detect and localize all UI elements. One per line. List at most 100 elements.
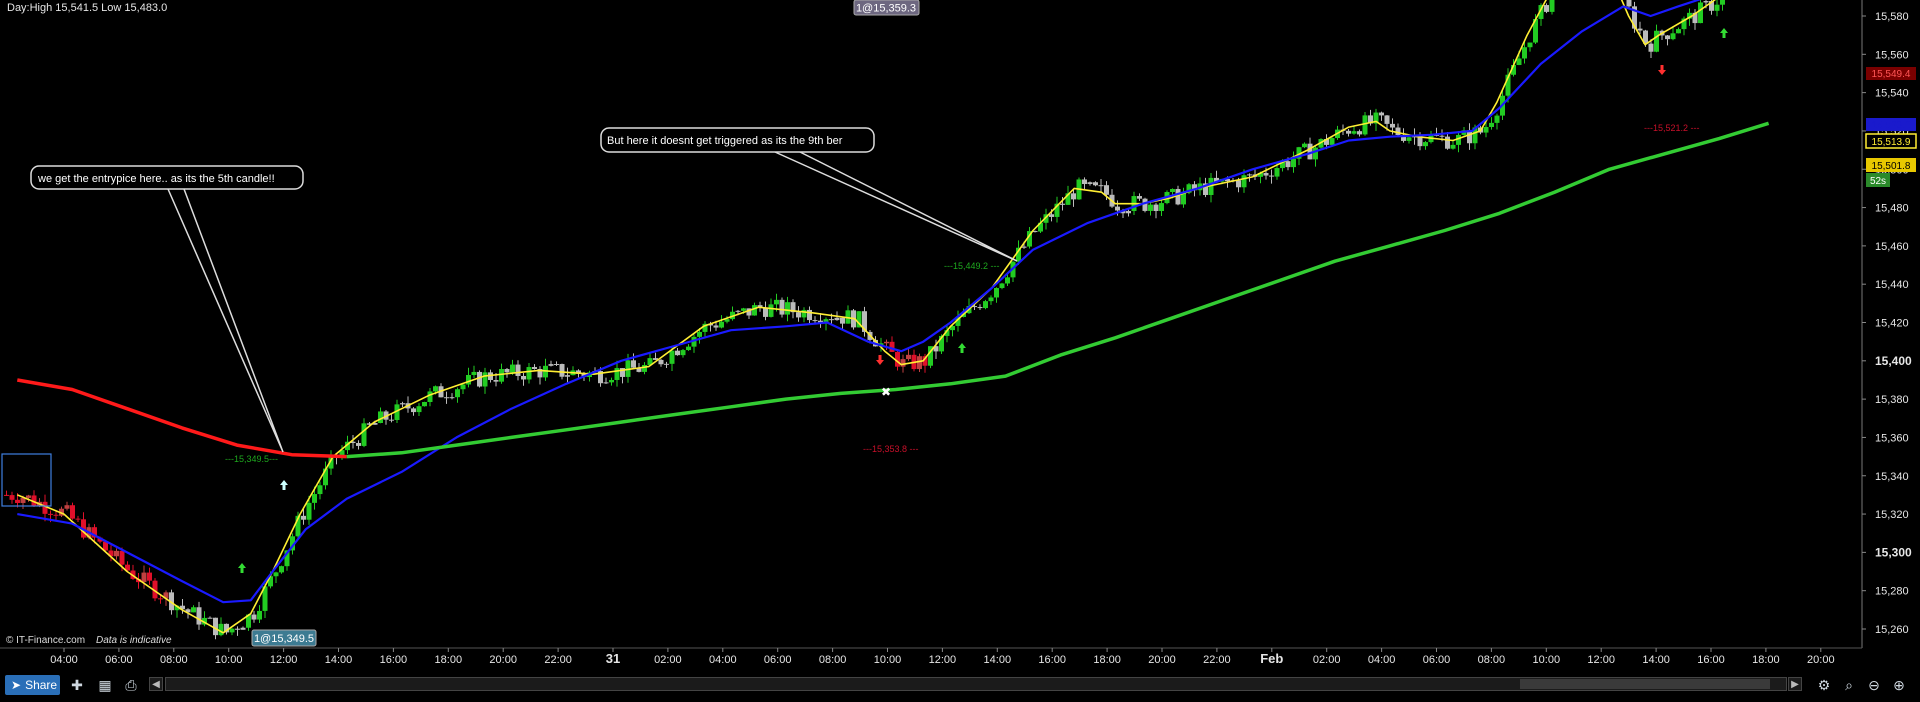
x-tick-label: Feb xyxy=(1260,651,1283,666)
candle-body xyxy=(994,288,999,298)
scroll-left-arrow[interactable]: ◀ xyxy=(149,677,163,691)
bottom-order-tag-text: 1@15,349.5 xyxy=(254,633,314,645)
y-tick-label: 15,300 xyxy=(1875,545,1912,559)
x-tick-label: 14:00 xyxy=(325,654,353,666)
x-tick-label: 16:00 xyxy=(380,654,408,666)
candle-body xyxy=(1483,126,1489,133)
candle-body xyxy=(521,375,526,380)
candle-body xyxy=(416,406,422,413)
x-tick-label: 20:00 xyxy=(1807,654,1835,666)
candle-body xyxy=(631,360,636,368)
y-tick-label: 15,420 xyxy=(1875,318,1909,330)
candle-body xyxy=(1670,33,1676,40)
left-callout-text: we get the entrypice here.. as its the 5… xyxy=(37,173,275,185)
y-tick-label: 15,480 xyxy=(1875,203,1909,215)
candle-body xyxy=(356,443,361,446)
candle-body xyxy=(317,485,323,495)
y-tick-label: 15,460 xyxy=(1875,241,1909,253)
x-tick-label: 04:00 xyxy=(1368,654,1396,666)
candle-body xyxy=(147,572,152,581)
low-price-mark: ---15,353.8 --- xyxy=(863,444,919,454)
zoom-in-icon[interactable]: ⊕ xyxy=(1890,675,1908,695)
candle-body xyxy=(1544,5,1549,12)
candle-body xyxy=(774,299,779,305)
candle-body xyxy=(460,384,466,390)
candle-body xyxy=(697,331,702,337)
candle-body xyxy=(988,297,994,302)
candle-body xyxy=(1362,115,1368,135)
price-tag-yellow-text: 15,513.9 xyxy=(1872,137,1911,148)
candle-body xyxy=(235,628,240,630)
candle-body xyxy=(680,350,686,356)
candle-body xyxy=(1263,172,1269,176)
price-tag-red-text: 15,549.4 xyxy=(1872,69,1911,80)
x-tick-label: 18:00 xyxy=(1752,654,1780,666)
candle-body xyxy=(1654,30,1659,52)
top-order-tag[interactable]: 1@15,359.3 xyxy=(853,0,920,16)
candle-body xyxy=(471,371,477,376)
x-tick-label: 02:00 xyxy=(1313,654,1341,666)
candle-body xyxy=(1159,203,1164,212)
candle-body xyxy=(213,617,218,636)
candle-body xyxy=(768,304,774,317)
candle-body xyxy=(1351,131,1357,134)
price-tag-blue-text: 15,523.2 xyxy=(1872,120,1911,131)
y-tick-label: 15,400 xyxy=(1875,354,1912,368)
x-tick-label: 12:00 xyxy=(270,654,298,666)
candle-body xyxy=(1379,112,1384,116)
y-tick-label: 15,560 xyxy=(1875,49,1909,61)
candle-body xyxy=(642,364,647,372)
candle-body xyxy=(1060,203,1065,205)
candle-body xyxy=(257,610,262,620)
candle-body xyxy=(1093,182,1098,186)
crosshair-tool-icon[interactable]: ✚ xyxy=(68,675,86,695)
candle-body xyxy=(1489,122,1494,127)
candle-body xyxy=(900,359,906,367)
chart-settings-icon[interactable]: ⚙ xyxy=(1815,675,1833,695)
candle-body xyxy=(229,628,235,633)
zoom-out-icon[interactable]: ⊖ xyxy=(1865,675,1883,695)
candle-body xyxy=(1357,131,1362,135)
candle-body xyxy=(493,380,499,382)
x-tick-label: 14:00 xyxy=(1642,654,1670,666)
day-range-text: Day:High 15,541.5 Low 15,483.0 xyxy=(7,2,167,14)
candle-body xyxy=(312,494,317,503)
candle-body xyxy=(114,550,119,557)
zoom-fit-icon[interactable]: ⌕ xyxy=(1840,675,1858,695)
candle-body xyxy=(196,607,202,625)
x-tick-label: 10:00 xyxy=(215,654,243,666)
candle-body xyxy=(741,308,746,311)
share-label: Share xyxy=(25,678,58,692)
trigger-price-mark: ---15,449.2 --- xyxy=(944,261,1000,271)
candle-body xyxy=(840,317,845,324)
candle-body xyxy=(158,598,163,600)
candle-body xyxy=(1384,115,1390,124)
candle-body xyxy=(1406,137,1412,141)
candle-body xyxy=(1637,28,1643,31)
price-tag-blue: 15,523.2 xyxy=(1866,118,1916,131)
candle-body xyxy=(499,369,504,382)
candle-body xyxy=(884,341,889,344)
candle-body xyxy=(361,423,367,446)
scrollbar-thumb[interactable] xyxy=(1520,679,1770,689)
candle-body xyxy=(812,320,818,322)
candle-body xyxy=(807,309,812,321)
candle-body xyxy=(1390,123,1395,128)
candle-body xyxy=(389,419,394,421)
x-tick-label: 06:00 xyxy=(764,654,792,666)
candle-body xyxy=(1269,175,1274,177)
share-button[interactable]: ➤ Share xyxy=(5,675,60,695)
candle-body xyxy=(15,499,20,503)
scroll-right-arrow[interactable]: ▶ xyxy=(1788,677,1802,691)
candle-body xyxy=(675,350,680,356)
candle-body xyxy=(1148,204,1153,211)
bar-timer: 52s xyxy=(1866,173,1890,187)
candle-body xyxy=(141,572,147,583)
price-chart[interactable]: ✖ 15,260 15,280 15,300 15,320 15,340 15,360 15… xyxy=(0,0,1920,702)
copyright-text: © IT-Finance.com xyxy=(6,635,85,646)
print-icon[interactable]: ⎙ xyxy=(122,675,140,695)
bottom-order-tag[interactable]: 1@15,349.5 xyxy=(251,629,317,647)
price-tag-orange: 15,501.8 xyxy=(1866,158,1916,172)
template-icon[interactable]: ▦ xyxy=(96,675,114,695)
y-tick-label: 15,580 xyxy=(1875,11,1909,23)
